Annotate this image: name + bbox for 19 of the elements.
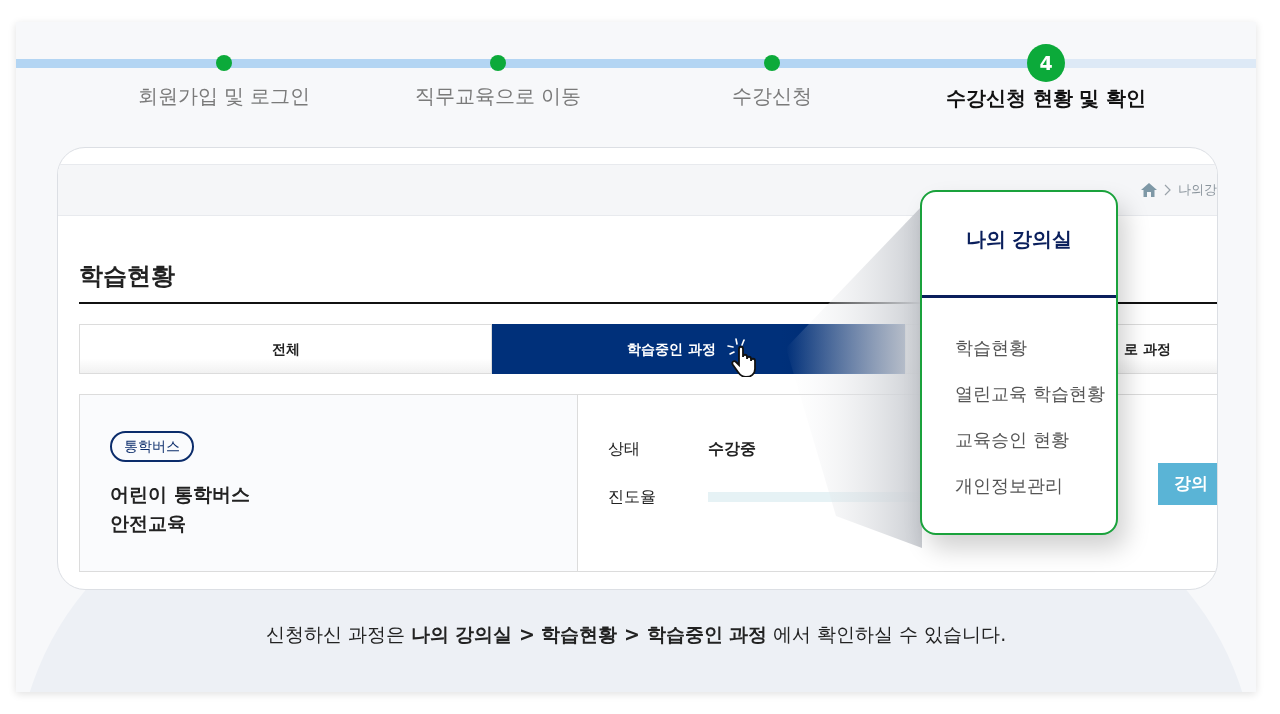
menu-item[interactable]: 학습현황 bbox=[955, 334, 1116, 380]
step-label: 직무교육으로 이동 bbox=[414, 83, 582, 110]
tab[interactable]: 전체 bbox=[79, 324, 492, 374]
menu-item[interactable]: 교육승인 현황 bbox=[955, 426, 1116, 472]
menu-item[interactable]: 개인정보관리 bbox=[955, 472, 1116, 518]
step-number: 4 bbox=[1027, 44, 1065, 82]
field-label: 상태 bbox=[608, 438, 641, 460]
chevron-icon bbox=[1164, 184, 1172, 196]
menu-item[interactable]: 열린교육 학습현황 bbox=[955, 380, 1116, 426]
category-tag: 통학버스 bbox=[110, 431, 194, 462]
field-label: 진도율 bbox=[608, 486, 657, 508]
step-label: 수강신청 현황 및 확인 bbox=[945, 85, 1147, 112]
step-label: 회원가입 및 로그인 bbox=[137, 83, 311, 110]
home-icon[interactable] bbox=[1140, 182, 1158, 198]
field-value: 수강중 bbox=[708, 438, 756, 460]
caption: 신청하신 과정은 나의 강의실 > 학습현황 > 학습중인 과정 에서 확인하실 수 있습니다. bbox=[264, 622, 1008, 647]
course-name: 어린이 통학버스 안전교육 bbox=[110, 482, 251, 536]
step-label: 수강신청 bbox=[732, 83, 812, 110]
popup-title: 나의 강의실 bbox=[922, 192, 1116, 298]
